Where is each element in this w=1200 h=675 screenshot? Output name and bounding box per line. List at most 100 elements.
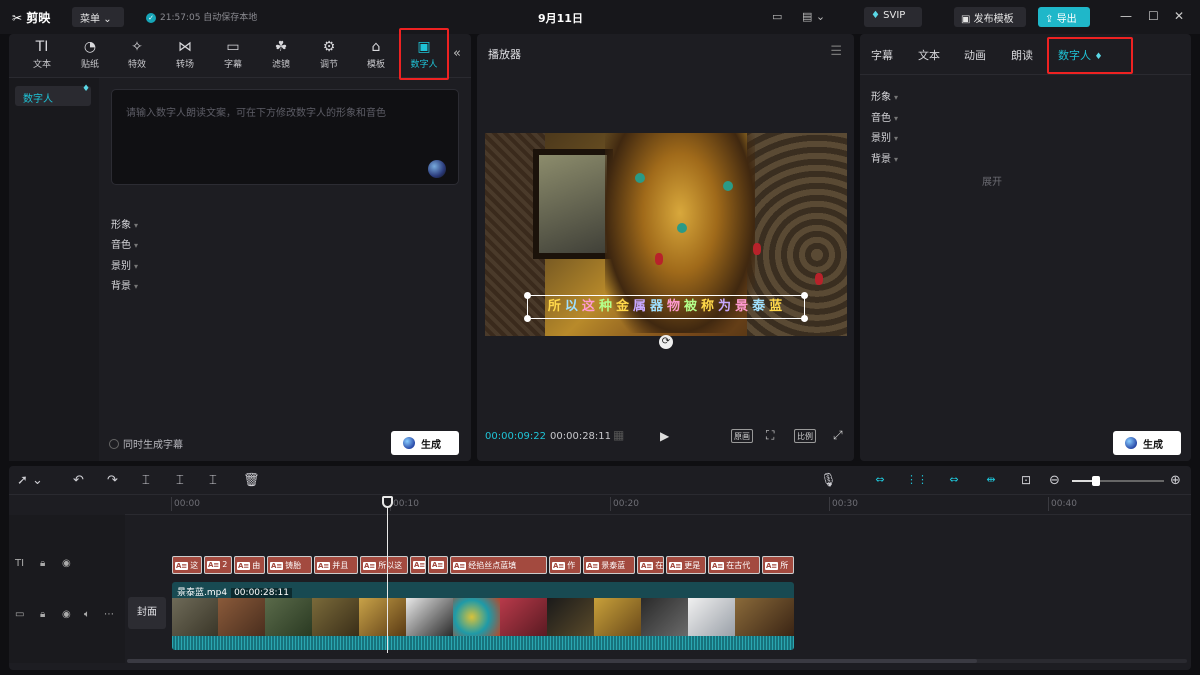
menu-button[interactable]: 菜单 ⌄: [72, 7, 124, 27]
text-clip[interactable]: A≡ 所以这: [360, 556, 408, 574]
tab-template[interactable]: ⌂ 模板: [356, 37, 396, 70]
preview-axis-icon[interactable]: ⇹: [980, 473, 1002, 487]
playhead-handle[interactable]: [382, 496, 393, 508]
video-preview[interactable]: 所以这种金属器物被称为景泰蓝: [485, 133, 847, 336]
collapse-icon[interactable]: «: [453, 46, 461, 61]
text-clip[interactable]: A≡ 作: [549, 556, 581, 574]
tab-label: 贴纸: [80, 60, 99, 70]
zoom-slider[interactable]: [1072, 476, 1164, 486]
tab-read-aloud[interactable]: 朗读: [1011, 47, 1033, 63]
microphone-icon[interactable]: 🎙: [820, 473, 837, 488]
text-clip[interactable]: A≡ 2: [204, 556, 232, 574]
cover-button[interactable]: 封面: [128, 597, 166, 629]
tab-subtitle[interactable]: 字幕: [871, 47, 893, 63]
zoom-out-icon[interactable]: ⊖: [1049, 473, 1060, 488]
generate-button[interactable]: 生成: [1113, 431, 1181, 455]
prop-shot[interactable]: 景别 ▾: [871, 129, 898, 144]
publish-template-button[interactable]: ▣ 发布模板: [954, 7, 1026, 27]
resize-handle[interactable]: [524, 292, 531, 299]
sidebar-item-digital-human[interactable]: 数字人: [15, 86, 91, 106]
timeline-scrollbar-thumb[interactable]: [127, 659, 977, 663]
text-clip[interactable]: A≡ 由: [234, 556, 265, 574]
rotate-icon[interactable]: ⟳: [659, 335, 673, 349]
eye-icon[interactable]: ◉: [62, 609, 71, 620]
link-icon[interactable]: ⇔: [943, 473, 965, 487]
menu-label: 菜单: [80, 14, 100, 25]
export-button[interactable]: ⇪ 导出: [1038, 7, 1090, 27]
text-clip[interactable]: A≡ 并且: [314, 556, 358, 574]
resize-handle[interactable]: [801, 315, 808, 322]
subtitle-checkbox[interactable]: 同时生成字幕: [109, 436, 183, 451]
text-clip[interactable]: A≡ 铸胎: [267, 556, 312, 574]
text-clip[interactable]: A≡ 在: [637, 556, 664, 574]
tab-filter[interactable]: ☘ 滤镜: [261, 37, 301, 70]
video-thumbnail: [641, 598, 688, 636]
delete-icon[interactable]: 🗑: [243, 473, 260, 488]
menu-icon[interactable]: ☰: [830, 44, 842, 59]
text-clip[interactable]: A≡ 更是: [666, 556, 706, 574]
generate-button[interactable]: 生成: [391, 431, 459, 455]
resize-handle[interactable]: [524, 315, 531, 322]
tab-text[interactable]: 文本: [918, 47, 940, 63]
ratio-button[interactable]: 比例: [794, 429, 816, 443]
split-right-icon[interactable]: ⌶: [209, 473, 217, 488]
tab-animation[interactable]: 动画: [964, 47, 986, 63]
maximize-icon[interactable]: ☐: [1148, 9, 1159, 23]
text-clip[interactable]: A≡: [410, 556, 426, 574]
text-clip[interactable]: A≡ 经掐丝点蓝填: [450, 556, 547, 574]
undo-icon[interactable]: ↶: [73, 473, 84, 488]
prop-appearance[interactable]: 形象 ▾: [871, 88, 898, 103]
close-icon[interactable]: ✕: [1174, 9, 1184, 23]
zoom-in-icon[interactable]: ⊕: [1170, 473, 1181, 488]
lock-icon[interactable]: 🔒︎: [40, 609, 45, 620]
expand-link[interactable]: 展开: [982, 173, 1002, 188]
prop-background[interactable]: 背景 ▾: [871, 150, 898, 165]
svip-button[interactable]: ♦ SVIP: [864, 7, 922, 27]
split-left-icon[interactable]: ⌶: [176, 473, 184, 488]
original-quality-button[interactable]: 原画: [731, 429, 753, 443]
resize-handle[interactable]: [801, 292, 808, 299]
tab-sticker[interactable]: ◔ 贴纸: [70, 37, 110, 70]
tab-transition[interactable]: ⋈ 转场: [165, 37, 205, 70]
caption-box[interactable]: 所以这种金属器物被称为景泰蓝: [524, 292, 808, 322]
redo-icon[interactable]: ↷: [107, 473, 118, 488]
playhead-line[interactable]: [387, 499, 388, 653]
title-bar: ✂ 剪映 菜单 ⌄ ✓ 21:57:05 自动保存本地 9月11日 ▭ ▤ ⌄ ♦…: [0, 0, 1200, 34]
ai-orb-icon[interactable]: [428, 160, 446, 178]
speaker-icon[interactable]: 🔈︎: [84, 609, 90, 620]
prop-shot[interactable]: 景别 ▾: [111, 257, 138, 272]
fullscreen-icon[interactable]: ⤢: [833, 428, 843, 443]
layout-icon[interactable]: ▤ ⌄: [802, 10, 825, 23]
text-clip[interactable]: A≡: [428, 556, 448, 574]
select-tool-icon[interactable]: ➚ ⌄: [17, 473, 43, 488]
lock-icon[interactable]: 🔒︎: [40, 558, 45, 569]
play-icon[interactable]: ▶: [660, 429, 669, 443]
tab-text[interactable]: TI 文本: [22, 37, 62, 70]
text-clip[interactable]: A≡ 所: [762, 556, 794, 574]
prop-voice[interactable]: 音色 ▾: [871, 109, 898, 124]
auto-snap-icon[interactable]: ⋮⋮: [906, 473, 928, 487]
grid-icon[interactable]: ▦: [613, 428, 624, 442]
screenshot-icon[interactable]: ⛶: [766, 428, 774, 443]
text-clip[interactable]: A≡ 这: [172, 556, 202, 574]
tab-effects[interactable]: ✧ 特效: [117, 37, 157, 70]
prop-voice[interactable]: 音色 ▾: [111, 236, 138, 251]
tab-adjust[interactable]: ⚙ 调节: [309, 37, 349, 70]
script-input[interactable]: 请输入数字人朗读文案，可在下方修改数字人的形象和音色: [111, 89, 459, 185]
minimize-icon[interactable]: —: [1120, 9, 1132, 23]
video-clip[interactable]: 景泰蓝.mp4 00:00:28:11: [172, 582, 794, 650]
prop-appearance[interactable]: 形象 ▾: [111, 216, 138, 231]
more-icon[interactable]: ⋯: [104, 609, 114, 620]
shortcut-icon[interactable]: ▭: [772, 10, 782, 23]
zoom-slider-knob[interactable]: [1092, 476, 1100, 486]
fit-timeline-icon[interactable]: ⊡: [1021, 473, 1031, 487]
tab-subtitle[interactable]: ▭ 字幕: [213, 37, 253, 70]
main-track-magnet-icon[interactable]: ⇔: [869, 473, 891, 487]
text-clip[interactable]: A≡ 景泰蓝: [583, 556, 635, 574]
split-icon[interactable]: ⌶: [142, 473, 150, 488]
time-ruler[interactable]: 00:00 00:10 00:20 00:30 00:40: [125, 495, 1191, 515]
prop-background[interactable]: 背景 ▾: [111, 277, 138, 292]
eye-icon[interactable]: ◉: [62, 558, 71, 569]
timeline-scrollbar[interactable]: [127, 659, 1187, 663]
text-clip[interactable]: A≡ 在古代: [708, 556, 760, 574]
